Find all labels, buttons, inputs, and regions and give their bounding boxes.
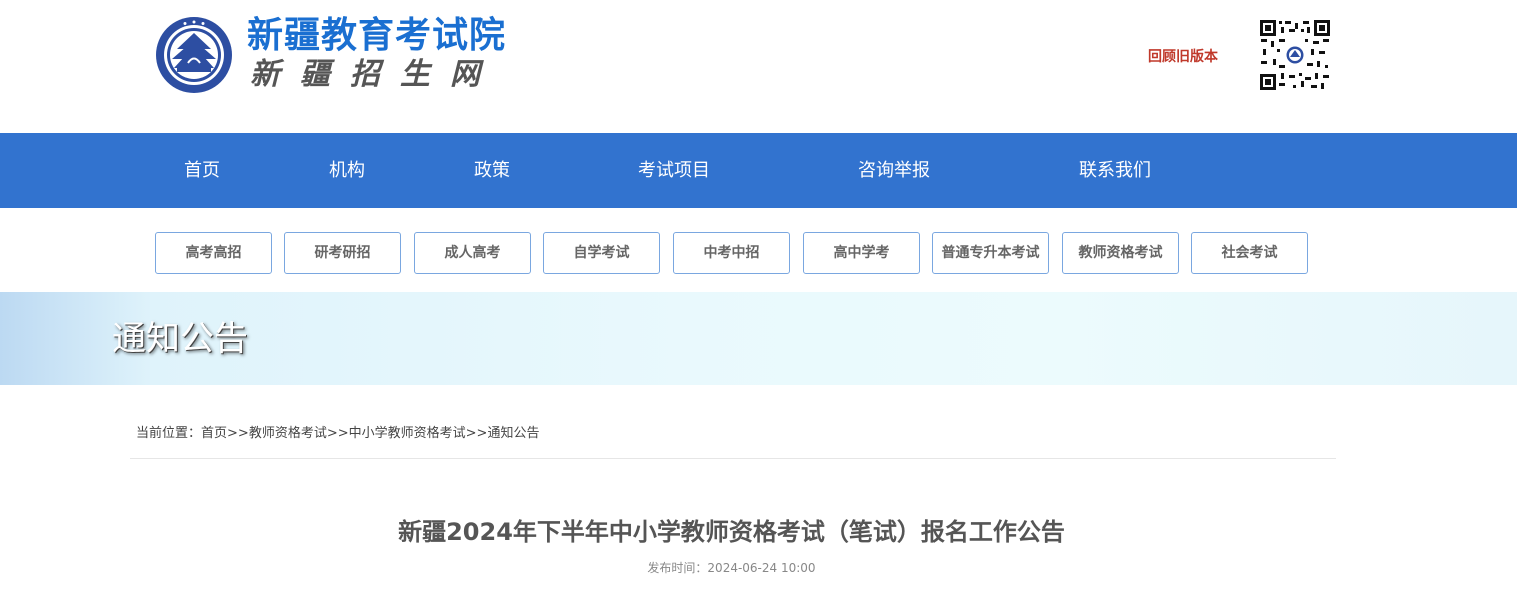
article-title: 新疆2024年下半年中小学教师资格考试（笔试）报名工作公告 bbox=[398, 518, 1065, 546]
main-nav: 首页 机构 政策 考试项目 咨询举报 联系我们 bbox=[0, 133, 1517, 208]
subnav-social-exam-button[interactable]: 社会考试 bbox=[1191, 232, 1308, 274]
subnav-high-school-button[interactable]: 高中学考 bbox=[803, 232, 920, 274]
exam-institute-emblem-icon[interactable] bbox=[155, 16, 233, 94]
subnav-adult-exam-button[interactable]: 成人高考 bbox=[414, 232, 531, 274]
subnav-zhongkao-button[interactable]: 中考中招 bbox=[673, 232, 790, 274]
subnav-self-study-button[interactable]: 自学考试 bbox=[543, 232, 660, 274]
nav-item-exam-projects[interactable]: 考试项目 bbox=[638, 133, 710, 208]
breadcrumb-teacher-cert[interactable]: 教师资格考试 bbox=[249, 426, 327, 441]
breadcrumb-notices[interactable]: 通知公告 bbox=[487, 426, 539, 441]
banner-title: 通知公告 bbox=[112, 319, 248, 359]
breadcrumb-home[interactable]: 首页 bbox=[201, 426, 227, 441]
site-title: 新疆教育考试院 bbox=[247, 15, 507, 56]
site-subtitle: 新疆招生网 bbox=[250, 57, 500, 92]
subnav-postgrad-button[interactable]: 研考研招 bbox=[284, 232, 401, 274]
breadcrumb-separator: >> bbox=[326, 426, 349, 441]
subnav-upgrade-button[interactable]: 普通专升本考试 bbox=[932, 232, 1049, 274]
nav-item-contact[interactable]: 联系我们 bbox=[1079, 133, 1151, 208]
breadcrumb-separator: >> bbox=[227, 426, 249, 441]
breadcrumb-separator: >> bbox=[465, 426, 488, 441]
nav-item-organization[interactable]: 机构 bbox=[329, 133, 365, 208]
subnav-gaokao-button[interactable]: 高考高招 bbox=[155, 232, 272, 274]
nav-item-policy[interactable]: 政策 bbox=[474, 133, 510, 208]
breadcrumb: 当前位置：首页>>教师资格考试>>中小学教师资格考试>>通知公告 bbox=[136, 425, 539, 443]
nav-item-consult-report[interactable]: 咨询举报 bbox=[858, 133, 930, 208]
site-header: 新疆教育考试院 新疆招生网 回顾旧版本 bbox=[0, 0, 1517, 133]
breadcrumb-divider bbox=[130, 458, 1336, 459]
breadcrumb-primary-secondary[interactable]: 中小学教师资格考试 bbox=[349, 426, 466, 441]
publish-time: 发布时间：2024-06-24 10:00 bbox=[647, 561, 816, 575]
section-banner: 通知公告 bbox=[0, 292, 1517, 385]
subnav-teacher-cert-button[interactable]: 教师资格考试 bbox=[1062, 232, 1179, 274]
old-version-link[interactable]: 回顾旧版本 bbox=[1148, 46, 1218, 66]
qr-code-icon bbox=[1259, 19, 1331, 91]
breadcrumb-label: 当前位置： bbox=[136, 426, 202, 441]
nav-item-home[interactable]: 首页 bbox=[184, 133, 220, 208]
